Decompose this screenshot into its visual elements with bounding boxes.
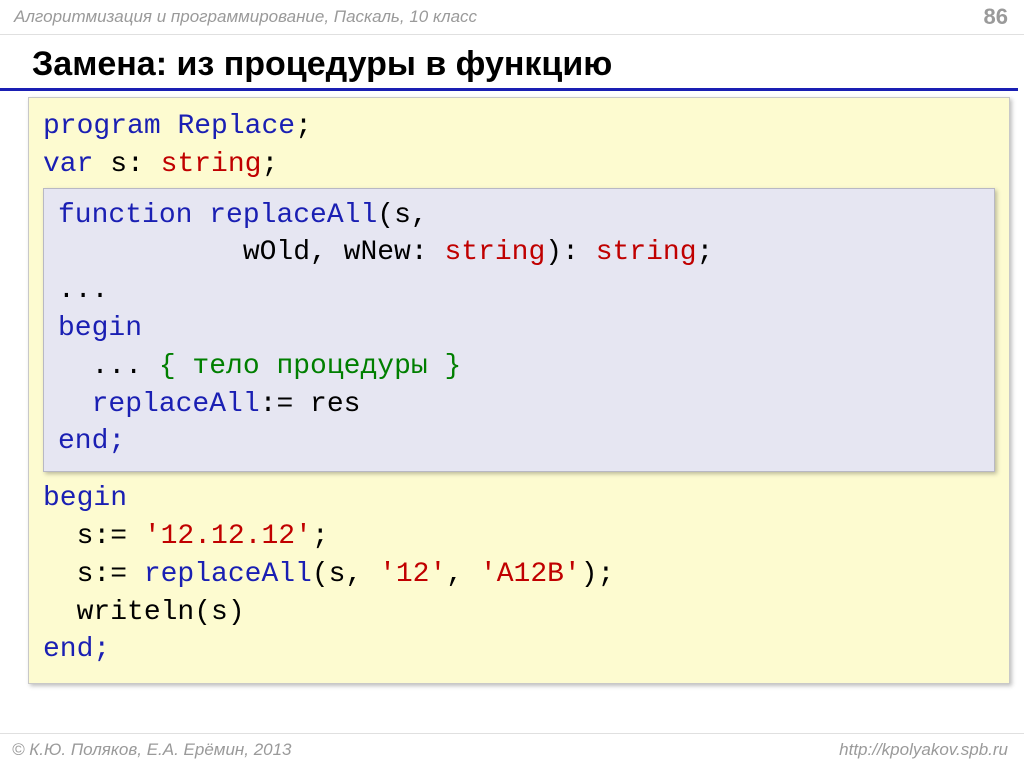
keyword-program: program	[43, 111, 161, 142]
code-line: end;	[58, 423, 980, 461]
code-block-inner: function replaceAll(s, wOld, wNew: strin…	[43, 188, 995, 473]
comment: { тело процедуры }	[159, 351, 461, 382]
keyword-function: function	[58, 200, 192, 231]
text: (s,	[312, 559, 379, 590]
code-line: function replaceAll(s,	[58, 197, 980, 235]
keyword-end: end;	[58, 426, 125, 457]
function-name: replaceAll	[92, 389, 260, 420]
text: s:=	[43, 559, 144, 590]
text: ):	[545, 237, 595, 268]
type-string: string	[596, 237, 697, 268]
slide-header: Алгоритмизация и программирование, Паска…	[0, 0, 1024, 35]
text: ;	[697, 237, 714, 268]
text: ;	[261, 149, 278, 180]
code-line: program Replace;	[43, 108, 995, 146]
string-literal: '12'	[379, 559, 446, 590]
type-string: string	[161, 149, 262, 180]
code-line: ... { тело процедуры }	[58, 348, 980, 386]
function-call: replaceAll	[144, 559, 312, 590]
keyword-begin: begin	[43, 483, 127, 514]
text	[58, 389, 92, 420]
text: s:=	[43, 521, 144, 552]
text: ,	[446, 559, 480, 590]
code-block-outer: program Replace; var s: string; function…	[28, 97, 1010, 684]
code-line: wOld, wNew: string): string;	[58, 234, 980, 272]
code-line: begin	[58, 310, 980, 348]
text: ;	[312, 521, 329, 552]
keyword-end: end;	[43, 634, 110, 665]
slide-footer: © К.Ю. Поляков, Е.А. Ерёмин, 2013 http:/…	[0, 733, 1024, 768]
code-line: writeln(s)	[43, 594, 995, 632]
code-line: var s: string;	[43, 146, 995, 184]
text: ;	[295, 111, 312, 142]
copyright: © К.Ю. Поляков, Е.А. Ерёмин, 2013	[12, 740, 292, 760]
course-title: Алгоритмизация и программирование, Паска…	[14, 7, 477, 27]
slide-title: Замена: из процедуры в функцию	[0, 35, 1018, 91]
code-line: begin	[43, 480, 995, 518]
text: ...	[58, 351, 159, 382]
type-string: string	[444, 237, 545, 268]
text: := res	[260, 389, 361, 420]
text: wOld, wNew:	[58, 237, 444, 268]
program-name: Replace	[177, 111, 295, 142]
code-line: replaceAll:= res	[58, 386, 980, 424]
string-literal: 'A12B'	[480, 559, 581, 590]
string-literal: '12.12.12'	[144, 521, 312, 552]
page-number: 86	[984, 4, 1008, 30]
footer-url: http://kpolyakov.spb.ru	[839, 740, 1008, 760]
keyword-begin: begin	[58, 313, 142, 344]
text: );	[581, 559, 615, 590]
code-line: s:= '12.12.12';	[43, 518, 995, 556]
code-line: ...	[58, 272, 980, 310]
code-line: s:= replaceAll(s, '12', 'A12B');	[43, 556, 995, 594]
text: s:	[93, 149, 160, 180]
keyword-var: var	[43, 149, 93, 180]
code-line: end;	[43, 631, 995, 669]
function-name: replaceAll	[209, 200, 377, 231]
text: (s,	[377, 200, 427, 231]
